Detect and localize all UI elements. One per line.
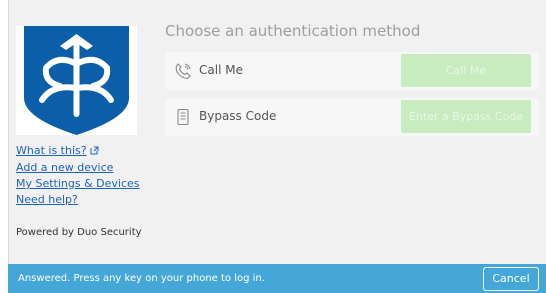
status-message: Answered. Press any key on your phone to…	[18, 273, 265, 284]
enter-bypass-code-button[interactable]: Enter a Bypass Code	[401, 100, 531, 133]
phone-icon	[174, 62, 192, 80]
add-new-device-link[interactable]: Add a new device	[16, 161, 140, 174]
cancel-button[interactable]: Cancel	[483, 267, 539, 291]
shield-logo-icon	[24, 26, 129, 135]
sidebar-links: What is this? Add a new device My Settin…	[16, 144, 140, 209]
need-help-link[interactable]: Need help?	[16, 193, 140, 206]
depaul-logo	[16, 26, 137, 135]
method-row-call-me: Call Me Call Me	[165, 52, 539, 90]
bypass-code-label: Bypass Code	[199, 109, 277, 123]
what-is-this-link[interactable]: What is this?	[16, 144, 140, 158]
status-bar: Answered. Press any key on your phone to…	[8, 264, 546, 293]
what-is-this-label: What is this?	[16, 144, 87, 157]
external-link-icon	[90, 145, 99, 158]
call-me-label: Call Me	[199, 63, 243, 77]
powered-by-text: Powered by Duo Security	[16, 227, 142, 238]
page-title: Choose an authentication method	[165, 22, 421, 40]
call-me-button[interactable]: Call Me	[401, 54, 531, 87]
my-settings-devices-link[interactable]: My Settings & Devices	[16, 177, 140, 190]
method-row-bypass-code: Bypass Code Enter a Bypass Code	[165, 98, 539, 136]
document-icon	[174, 108, 192, 126]
